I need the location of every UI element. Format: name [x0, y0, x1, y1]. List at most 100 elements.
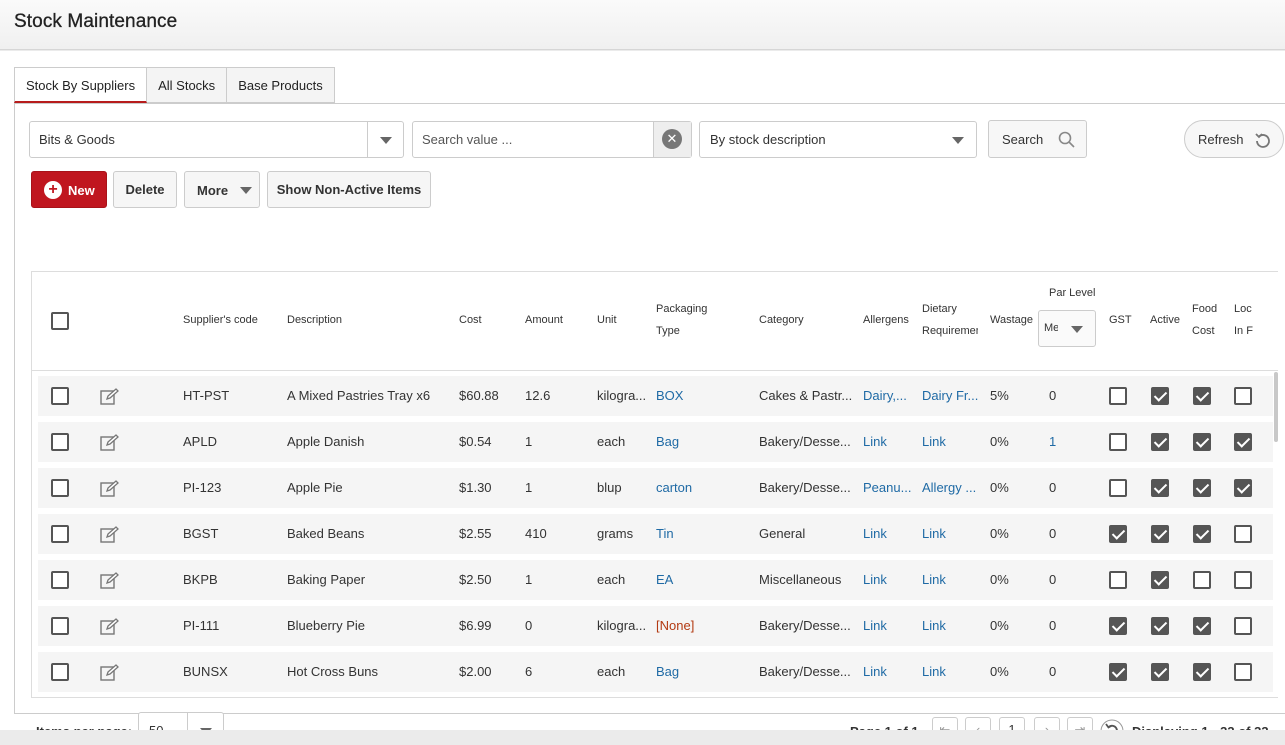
- active-checkbox[interactable]: [1151, 479, 1169, 497]
- col-packaging-1[interactable]: Packaging: [656, 298, 707, 320]
- row-select-checkbox[interactable]: [51, 617, 69, 635]
- col-dietary-2[interactable]: Requiremen: [922, 320, 978, 342]
- table-row[interactable]: HT-PST A Mixed Pastries Tray x6 $60.88 12.6…: [38, 376, 1273, 416]
- table-row[interactable]: PI-123 Apple Pie $1.30 1 blup carton Bakery/De…: [38, 468, 1273, 508]
- food-cost-checkbox[interactable]: [1193, 571, 1211, 589]
- col-gst[interactable]: GST: [1109, 309, 1132, 331]
- row-select-checkbox[interactable]: [51, 387, 69, 405]
- select-all-checkbox[interactable]: [51, 312, 69, 330]
- delete-button[interactable]: Delete: [113, 171, 177, 208]
- table-row[interactable]: BUNSX Hot Cross Buns $2.00 6 each Bag Bakery/D…: [38, 652, 1273, 692]
- more-button[interactable]: More: [184, 171, 260, 208]
- cell-dietary[interactable]: Allergy ...: [922, 468, 982, 508]
- cell-allergens[interactable]: Peanu...: [863, 468, 915, 508]
- food-cost-checkbox[interactable]: [1193, 387, 1211, 405]
- new-button[interactable]: + New: [31, 171, 107, 208]
- tab-all-stocks[interactable]: All Stocks: [147, 67, 228, 103]
- cell-dietary[interactable]: Link: [922, 652, 982, 692]
- col-packaging-2[interactable]: Type: [656, 320, 680, 342]
- food-cost-checkbox[interactable]: [1193, 525, 1211, 543]
- col-cost[interactable]: Cost: [459, 309, 482, 331]
- edit-icon[interactable]: [100, 618, 120, 635]
- col-unit[interactable]: Unit: [597, 309, 617, 331]
- col-active[interactable]: Active: [1150, 309, 1180, 331]
- loc-checkbox[interactable]: [1234, 571, 1252, 589]
- row-select-checkbox[interactable]: [51, 571, 69, 589]
- active-checkbox[interactable]: [1151, 525, 1169, 543]
- cell-dietary[interactable]: Dairy Fr...: [922, 376, 982, 416]
- row-select-checkbox[interactable]: [51, 479, 69, 497]
- active-checkbox[interactable]: [1151, 617, 1169, 635]
- cell-packaging-type[interactable]: carton: [656, 468, 746, 508]
- clear-icon[interactable]: ✕: [662, 129, 682, 149]
- search-input[interactable]: Search value ... ✕: [412, 121, 692, 158]
- table-row[interactable]: PI-111 Blueberry Pie $6.99 0 kilogra... [None…: [38, 606, 1273, 646]
- edit-icon[interactable]: [100, 480, 120, 497]
- cell-packaging-type[interactable]: EA: [656, 560, 746, 600]
- food-cost-checkbox[interactable]: [1193, 663, 1211, 681]
- search-by-dropdown[interactable]: By stock description: [699, 121, 977, 158]
- row-select-checkbox[interactable]: [51, 663, 69, 681]
- cell-allergens[interactable]: Dairy,...: [863, 376, 915, 416]
- cell-par-level[interactable]: 1: [1049, 422, 1089, 462]
- gst-checkbox[interactable]: [1109, 479, 1127, 497]
- show-nonactive-button[interactable]: Show Non-Active Items: [267, 171, 431, 208]
- edit-icon[interactable]: [100, 664, 120, 681]
- tab-base-products[interactable]: Base Products: [227, 67, 335, 103]
- table-row[interactable]: BKPB Baking Paper $2.50 1 each EA Miscellaneou…: [38, 560, 1273, 600]
- cell-packaging-type[interactable]: Bag: [656, 652, 746, 692]
- grid-scrollbar[interactable]: [1274, 372, 1278, 442]
- loc-checkbox[interactable]: [1234, 433, 1252, 451]
- col-allergens[interactable]: Allergens: [863, 309, 909, 331]
- edit-icon[interactable]: [100, 388, 120, 405]
- loc-checkbox[interactable]: [1234, 663, 1252, 681]
- gst-checkbox[interactable]: [1109, 617, 1127, 635]
- gst-checkbox[interactable]: [1109, 663, 1127, 681]
- col-food-cost-2[interactable]: Cost: [1192, 320, 1215, 342]
- col-loc-2[interactable]: In F: [1234, 320, 1253, 342]
- col-par-level[interactable]: Par Level: [1049, 282, 1095, 304]
- col-supplier-code[interactable]: Supplier's code: [183, 309, 258, 331]
- cell-dietary[interactable]: Link: [922, 560, 982, 600]
- cell-allergens[interactable]: Link: [863, 606, 915, 646]
- food-cost-checkbox[interactable]: [1193, 433, 1211, 451]
- edit-icon[interactable]: [100, 572, 120, 589]
- active-checkbox[interactable]: [1151, 571, 1169, 589]
- col-wastage[interactable]: Wastage: [990, 309, 1033, 331]
- active-checkbox[interactable]: [1151, 433, 1169, 451]
- loc-checkbox[interactable]: [1234, 525, 1252, 543]
- cell-packaging-type[interactable]: BOX: [656, 376, 746, 416]
- col-loc-1[interactable]: Loc: [1234, 298, 1252, 320]
- cell-packaging-type[interactable]: Tin: [656, 514, 746, 554]
- col-category[interactable]: Category: [759, 309, 804, 331]
- cell-packaging-type[interactable]: Bag: [656, 422, 746, 462]
- table-row[interactable]: BGST Baked Beans $2.55 410 grams Tin General Li…: [38, 514, 1273, 554]
- cell-dietary[interactable]: Link: [922, 606, 982, 646]
- par-level-select[interactable]: Me: [1038, 310, 1096, 347]
- edit-icon[interactable]: [100, 526, 120, 543]
- search-button[interactable]: Search: [988, 120, 1087, 158]
- gst-checkbox[interactable]: [1109, 525, 1127, 543]
- cell-allergens[interactable]: Link: [863, 652, 915, 692]
- col-description[interactable]: Description: [287, 309, 342, 331]
- active-checkbox[interactable]: [1151, 387, 1169, 405]
- row-select-checkbox[interactable]: [51, 525, 69, 543]
- loc-checkbox[interactable]: [1234, 617, 1252, 635]
- food-cost-checkbox[interactable]: [1193, 479, 1211, 497]
- supplier-dropdown[interactable]: Bits & Goods: [29, 121, 404, 158]
- tab-stock-by-suppliers[interactable]: Stock By Suppliers: [14, 67, 148, 103]
- col-food-cost-1[interactable]: Food: [1192, 298, 1217, 320]
- gst-checkbox[interactable]: [1109, 571, 1127, 589]
- cell-dietary[interactable]: Link: [922, 514, 982, 554]
- table-row[interactable]: APLD Apple Danish $0.54 1 each Bag Bakery/Dess…: [38, 422, 1273, 462]
- col-amount[interactable]: Amount: [525, 309, 563, 331]
- cell-allergens[interactable]: Link: [863, 560, 915, 600]
- cell-allergens[interactable]: Link: [863, 514, 915, 554]
- gst-checkbox[interactable]: [1109, 387, 1127, 405]
- loc-checkbox[interactable]: [1234, 479, 1252, 497]
- cell-dietary[interactable]: Link: [922, 422, 982, 462]
- cell-allergens[interactable]: Link: [863, 422, 915, 462]
- food-cost-checkbox[interactable]: [1193, 617, 1211, 635]
- edit-icon[interactable]: [100, 434, 120, 451]
- row-select-checkbox[interactable]: [51, 433, 69, 451]
